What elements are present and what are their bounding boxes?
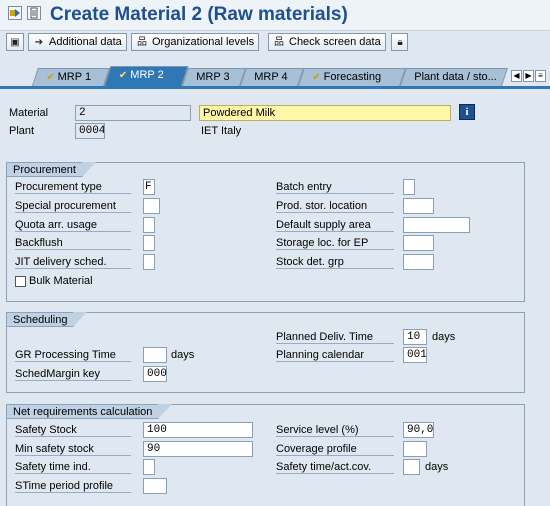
planned-deliv-time-label: Planned Deliv. Time	[276, 331, 394, 344]
backflush-field[interactable]	[143, 235, 155, 251]
gr-processing-time-unit: days	[171, 349, 195, 361]
safety-stock-label: Safety Stock	[15, 424, 131, 437]
prod-stor-location-field[interactable]	[403, 198, 434, 214]
tab-mrp2[interactable]: ✔ MRP 2	[104, 66, 189, 86]
special-procurement-field[interactable]	[143, 198, 160, 214]
material-field: 2	[75, 105, 191, 121]
batch-entry-label: Batch entry	[276, 181, 394, 194]
tab-mrp4[interactable]: MRP 4	[240, 68, 304, 86]
lock-icon: 🔒︎	[397, 37, 403, 48]
additional-data-label: Additional data	[49, 36, 122, 48]
views-icon: ▣	[10, 37, 20, 48]
planned-deliv-time-unit: days	[432, 331, 456, 343]
hierarchy-icon: 品	[137, 37, 147, 48]
procurement-type-field[interactable]: F	[143, 179, 155, 195]
stime-period-profile-label: STime period profile	[15, 480, 131, 493]
coverage-profile-label: Coverage profile	[276, 443, 394, 456]
tab-plant-data[interactable]: Plant data / sto...	[400, 68, 508, 86]
service-level-field[interactable]: 90,0	[403, 422, 434, 438]
tab-strip: ✔ MRP 1 ✔ MRP 2 MRP 3 MRP 4 ✔ Forecasting P…	[0, 66, 550, 88]
plant-field: 0004	[75, 123, 105, 139]
safety-stock-field[interactable]: 100	[143, 422, 253, 438]
safety-time-act-cov-unit: days	[425, 461, 449, 473]
tab-label: MRP 4	[254, 71, 288, 83]
tab-label: Plant data / sto...	[414, 71, 497, 83]
check-screen-data-button[interactable]: 品 Check screen data	[268, 33, 386, 51]
tab-list-icon[interactable]: ≡	[535, 70, 546, 82]
check-icon: ✔	[118, 70, 128, 81]
tab-label: Forecasting	[323, 71, 382, 83]
tab-mrp3[interactable]: MRP 3	[182, 68, 246, 86]
plant-label: Plant	[9, 125, 35, 137]
planned-deliv-time-field[interactable]: 10	[403, 329, 427, 345]
check-icon: ✔	[312, 72, 321, 83]
planning-calendar-field[interactable]: 001	[403, 347, 427, 363]
tab-forecasting[interactable]: ✔ Forecasting	[298, 68, 406, 86]
org-levels-label: Organizational levels	[152, 36, 255, 48]
storage-loc-ep-field[interactable]	[403, 235, 434, 251]
hierarchy-icon: 品	[274, 37, 284, 48]
document-icon[interactable]	[27, 6, 41, 20]
storage-loc-ep-label: Storage loc. for EP	[276, 237, 394, 250]
tab-label: MRP 3	[196, 71, 230, 83]
tab-mrp1[interactable]: ✔ MRP 1	[32, 68, 110, 86]
schedmargin-key-field[interactable]: 000	[143, 366, 167, 382]
tab-prev-icon[interactable]: ◀	[511, 70, 522, 82]
batch-entry-field[interactable]	[403, 179, 415, 195]
jit-delivery-field[interactable]	[143, 254, 155, 270]
safety-time-ind-label: Safety time ind.	[15, 461, 131, 474]
service-level-label: Service level (%)	[276, 424, 394, 437]
prod-stor-location-label: Prod. stor. location	[276, 200, 394, 213]
net-requirements-group-title: Net requirements calculation	[6, 404, 173, 419]
safety-time-act-cov-field[interactable]	[403, 459, 420, 475]
material-description-field[interactable]: Powdered Milk	[199, 105, 451, 121]
bulk-material-checkbox[interactable]	[15, 276, 26, 287]
check-icon: ✔	[46, 72, 55, 83]
material-label: Material	[9, 107, 49, 119]
check-screen-data-label: Check screen data	[289, 36, 381, 48]
tab-label: MRP 2	[130, 69, 164, 81]
stime-period-profile-field[interactable]	[143, 478, 167, 494]
safety-time-ind-field[interactable]	[143, 459, 155, 475]
procurement-group-title: Procurement	[6, 162, 96, 177]
stock-det-grp-label: Stock det. grp	[276, 256, 394, 269]
jit-delivery-label: JIT delivery sched.	[15, 256, 131, 269]
stock-det-grp-field[interactable]	[403, 254, 434, 270]
backflush-label: Backflush	[15, 237, 131, 250]
arrow-right-icon: ➔	[34, 37, 44, 48]
schedmargin-key-label: SchedMargin key	[15, 368, 131, 381]
min-safety-stock-label: Min safety stock	[15, 443, 131, 456]
application-toolbar: ▣ ➔ Additional data 品 Organizational level…	[0, 31, 550, 55]
tab-underline	[0, 86, 550, 89]
special-procurement-label: Special procurement	[15, 200, 131, 213]
org-levels-button[interactable]: 品 Organizational levels	[131, 33, 260, 51]
plant-description: IET Italy	[201, 125, 242, 137]
quota-arr-usage-field[interactable]	[143, 217, 155, 233]
procurement-type-label: Procurement type	[15, 181, 131, 194]
coverage-profile-field[interactable]	[403, 441, 427, 457]
additional-data-button[interactable]: ➔ Additional data	[28, 33, 127, 51]
info-icon[interactable]: i	[459, 104, 475, 120]
planning-calendar-label: Planning calendar	[276, 349, 394, 362]
safety-time-act-cov-label: Safety time/act.cov.	[276, 461, 394, 474]
title-bar: Create Material 2 (Raw materials)	[0, 0, 550, 31]
min-safety-stock-field[interactable]: 90	[143, 441, 253, 457]
gr-processing-time-field[interactable]	[143, 347, 167, 363]
gr-processing-time-label: GR Processing Time	[15, 349, 131, 362]
lock-button[interactable]: 🔒︎	[391, 33, 408, 51]
select-views-button[interactable]: ▣	[6, 33, 24, 51]
quota-arr-usage-label: Quota arr. usage	[15, 219, 131, 232]
tab-next-icon[interactable]: ▶	[523, 70, 534, 82]
other-views-icon[interactable]	[8, 6, 22, 20]
page-title: Create Material 2 (Raw materials)	[50, 4, 348, 25]
default-supply-area-label: Default supply area	[276, 219, 394, 232]
tab-label: MRP 1	[57, 71, 92, 83]
default-supply-area-field[interactable]	[403, 217, 470, 233]
bulk-material-label: Bulk Material	[29, 275, 93, 287]
scheduling-group-title: Scheduling	[6, 312, 88, 327]
